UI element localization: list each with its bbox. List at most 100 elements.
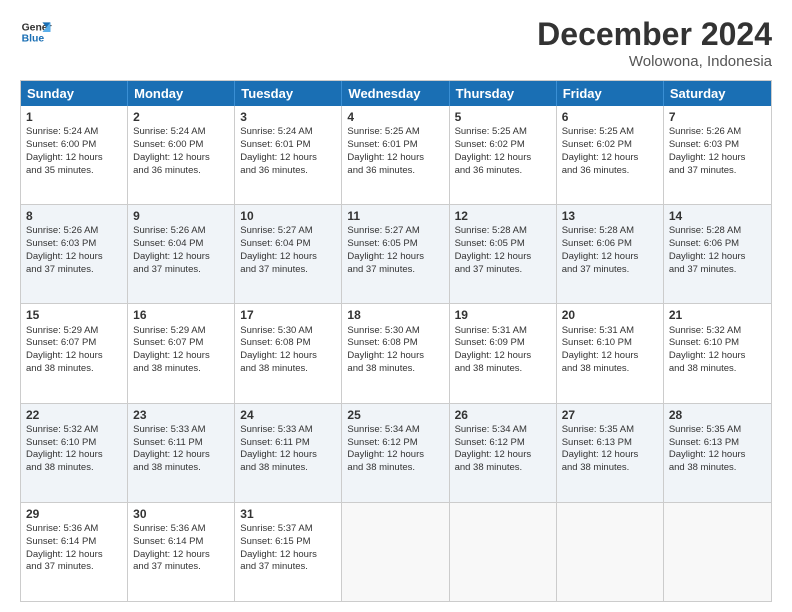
day-number: 21 bbox=[669, 307, 766, 323]
day-info-line: Sunset: 6:04 PM bbox=[133, 238, 229, 251]
day-number: 8 bbox=[26, 208, 122, 224]
calendar-cell: 1Sunrise: 5:24 AMSunset: 6:00 PMDaylight… bbox=[21, 106, 128, 204]
day-number: 2 bbox=[133, 109, 229, 125]
calendar-header-cell: Thursday bbox=[450, 81, 557, 106]
day-info-line: Sunset: 6:10 PM bbox=[26, 437, 122, 450]
calendar-row: 1Sunrise: 5:24 AMSunset: 6:00 PMDaylight… bbox=[21, 106, 771, 205]
day-info-line: Daylight: 12 hours bbox=[347, 350, 443, 363]
calendar-cell: 10Sunrise: 5:27 AMSunset: 6:04 PMDayligh… bbox=[235, 205, 342, 303]
day-info-line: Daylight: 12 hours bbox=[240, 152, 336, 165]
calendar-header-cell: Friday bbox=[557, 81, 664, 106]
calendar-cell: 13Sunrise: 5:28 AMSunset: 6:06 PMDayligh… bbox=[557, 205, 664, 303]
calendar-cell: 29Sunrise: 5:36 AMSunset: 6:14 PMDayligh… bbox=[21, 503, 128, 601]
day-info-line: Daylight: 12 hours bbox=[669, 449, 766, 462]
day-info-line: and 38 minutes. bbox=[133, 462, 229, 475]
day-info-line: Daylight: 12 hours bbox=[26, 251, 122, 264]
day-info-line: Daylight: 12 hours bbox=[562, 449, 658, 462]
day-number: 27 bbox=[562, 407, 658, 423]
day-info-line: and 37 minutes. bbox=[26, 561, 122, 574]
day-info-line: Daylight: 12 hours bbox=[347, 449, 443, 462]
day-info-line: Daylight: 12 hours bbox=[562, 152, 658, 165]
day-info-line: Sunrise: 5:26 AM bbox=[669, 126, 766, 139]
day-info-line: and 38 minutes. bbox=[133, 363, 229, 376]
day-info-line: and 38 minutes. bbox=[240, 363, 336, 376]
day-info-line: Sunrise: 5:35 AM bbox=[669, 424, 766, 437]
day-info-line: Sunrise: 5:37 AM bbox=[240, 523, 336, 536]
calendar-cell: 17Sunrise: 5:30 AMSunset: 6:08 PMDayligh… bbox=[235, 304, 342, 402]
day-info-line: Sunset: 6:00 PM bbox=[133, 139, 229, 152]
day-info-line: Daylight: 12 hours bbox=[133, 152, 229, 165]
day-info-line: and 38 minutes. bbox=[562, 363, 658, 376]
day-info-line: Sunrise: 5:30 AM bbox=[347, 325, 443, 338]
day-number: 26 bbox=[455, 407, 551, 423]
day-info-line: Sunrise: 5:28 AM bbox=[669, 225, 766, 238]
day-info-line: Sunset: 6:07 PM bbox=[133, 337, 229, 350]
day-info-line: and 37 minutes. bbox=[26, 264, 122, 277]
day-info-line: Daylight: 12 hours bbox=[347, 251, 443, 264]
day-number: 18 bbox=[347, 307, 443, 323]
calendar-cell: 12Sunrise: 5:28 AMSunset: 6:05 PMDayligh… bbox=[450, 205, 557, 303]
calendar-row: 8Sunrise: 5:26 AMSunset: 6:03 PMDaylight… bbox=[21, 205, 771, 304]
day-number: 25 bbox=[347, 407, 443, 423]
day-info-line: Sunrise: 5:25 AM bbox=[562, 126, 658, 139]
calendar-cell: 15Sunrise: 5:29 AMSunset: 6:07 PMDayligh… bbox=[21, 304, 128, 402]
day-info-line: Sunrise: 5:32 AM bbox=[669, 325, 766, 338]
day-info-line: and 37 minutes. bbox=[562, 264, 658, 277]
location: Wolowona, Indonesia bbox=[537, 53, 772, 70]
day-info-line: Sunset: 6:10 PM bbox=[562, 337, 658, 350]
calendar-cell: 22Sunrise: 5:32 AMSunset: 6:10 PMDayligh… bbox=[21, 404, 128, 502]
day-info-line: Daylight: 12 hours bbox=[455, 152, 551, 165]
day-info-line: Sunset: 6:11 PM bbox=[240, 437, 336, 450]
day-info-line: Sunrise: 5:32 AM bbox=[26, 424, 122, 437]
day-number: 29 bbox=[26, 506, 122, 522]
day-info-line: Sunset: 6:13 PM bbox=[669, 437, 766, 450]
day-info-line: Daylight: 12 hours bbox=[240, 449, 336, 462]
day-number: 28 bbox=[669, 407, 766, 423]
day-info-line: and 37 minutes. bbox=[133, 264, 229, 277]
day-info-line: Sunset: 6:03 PM bbox=[669, 139, 766, 152]
day-info-line: Sunrise: 5:33 AM bbox=[240, 424, 336, 437]
day-number: 10 bbox=[240, 208, 336, 224]
calendar-row: 29Sunrise: 5:36 AMSunset: 6:14 PMDayligh… bbox=[21, 503, 771, 601]
day-info-line: Daylight: 12 hours bbox=[455, 350, 551, 363]
day-info-line: and 36 minutes. bbox=[133, 165, 229, 178]
day-info-line: Sunset: 6:15 PM bbox=[240, 536, 336, 549]
day-info-line: Sunset: 6:10 PM bbox=[669, 337, 766, 350]
day-info-line: Sunrise: 5:24 AM bbox=[133, 126, 229, 139]
day-info-line: and 35 minutes. bbox=[26, 165, 122, 178]
day-info-line: and 38 minutes. bbox=[562, 462, 658, 475]
day-info-line: Sunrise: 5:36 AM bbox=[133, 523, 229, 536]
day-info-line: Daylight: 12 hours bbox=[240, 549, 336, 562]
title-block: December 2024 Wolowona, Indonesia bbox=[537, 16, 772, 70]
day-info-line: Sunrise: 5:29 AM bbox=[26, 325, 122, 338]
logo: General Blue bbox=[20, 16, 52, 48]
calendar-cell: 30Sunrise: 5:36 AMSunset: 6:14 PMDayligh… bbox=[128, 503, 235, 601]
day-info-line: Daylight: 12 hours bbox=[26, 350, 122, 363]
day-info-line: Daylight: 12 hours bbox=[133, 350, 229, 363]
calendar-cell: 28Sunrise: 5:35 AMSunset: 6:13 PMDayligh… bbox=[664, 404, 771, 502]
day-info-line: and 37 minutes. bbox=[240, 264, 336, 277]
day-info-line: Sunset: 6:13 PM bbox=[562, 437, 658, 450]
day-info-line: Daylight: 12 hours bbox=[26, 549, 122, 562]
calendar-body: 1Sunrise: 5:24 AMSunset: 6:00 PMDaylight… bbox=[21, 106, 771, 601]
general-blue-logo-icon: General Blue bbox=[20, 16, 52, 48]
day-info-line: Daylight: 12 hours bbox=[26, 152, 122, 165]
calendar-cell: 7Sunrise: 5:26 AMSunset: 6:03 PMDaylight… bbox=[664, 106, 771, 204]
day-info-line: and 37 minutes. bbox=[133, 561, 229, 574]
day-info-line: and 38 minutes. bbox=[240, 462, 336, 475]
day-number: 12 bbox=[455, 208, 551, 224]
day-info-line: and 38 minutes. bbox=[455, 462, 551, 475]
day-info-line: Sunrise: 5:24 AM bbox=[240, 126, 336, 139]
day-info-line: Sunrise: 5:26 AM bbox=[26, 225, 122, 238]
day-info-line: Sunrise: 5:36 AM bbox=[26, 523, 122, 536]
calendar-cell: 4Sunrise: 5:25 AMSunset: 6:01 PMDaylight… bbox=[342, 106, 449, 204]
day-number: 3 bbox=[240, 109, 336, 125]
calendar-cell bbox=[342, 503, 449, 601]
day-number: 14 bbox=[669, 208, 766, 224]
day-info-line: Sunrise: 5:29 AM bbox=[133, 325, 229, 338]
day-info-line: and 36 minutes. bbox=[562, 165, 658, 178]
day-info-line: Sunset: 6:08 PM bbox=[240, 337, 336, 350]
calendar-cell: 8Sunrise: 5:26 AMSunset: 6:03 PMDaylight… bbox=[21, 205, 128, 303]
day-info-line: and 37 minutes. bbox=[240, 561, 336, 574]
day-info-line: Sunset: 6:14 PM bbox=[133, 536, 229, 549]
